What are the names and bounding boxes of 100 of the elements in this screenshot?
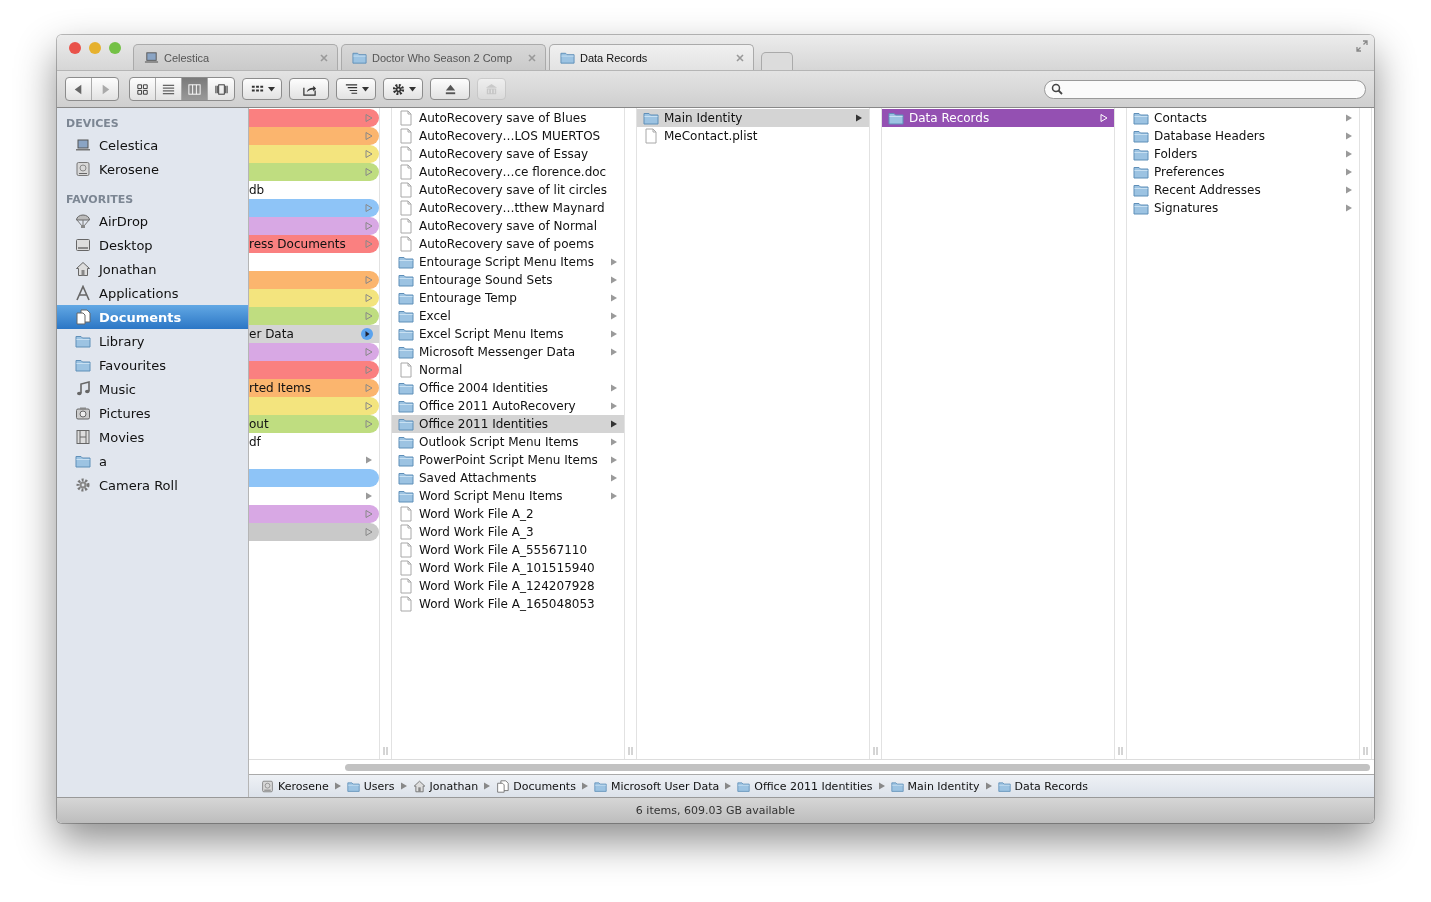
close-icon[interactable]	[735, 52, 745, 63]
file-row[interactable]: AutoRecovery save of Blues	[392, 109, 624, 127]
sidebar-item[interactable]: Music	[57, 377, 248, 401]
file-row[interactable]: Entourage Script Menu Items	[392, 253, 624, 271]
file-row[interactable]: Office 2004 Identities	[392, 379, 624, 397]
sort-menu-button[interactable]	[336, 78, 376, 100]
sidebar-item[interactable]: Applications	[57, 281, 248, 305]
close-button[interactable]	[69, 41, 81, 54]
minimize-button[interactable]	[89, 41, 101, 54]
file-row[interactable]	[249, 127, 379, 145]
view-mode-control[interactable]	[129, 77, 235, 101]
file-row[interactable]	[249, 145, 379, 163]
view-mode-button[interactable]	[182, 78, 208, 100]
file-row[interactable]: er Data	[249, 325, 379, 343]
file-row[interactable]	[249, 397, 379, 415]
file-row[interactable]: Office 2011 Identities	[392, 415, 624, 433]
file-row[interactable]: AutoRecovery save of poems	[392, 235, 624, 253]
sidebar-item[interactable]: Kerosene	[57, 157, 248, 181]
resize-grip-icon[interactable]	[628, 747, 633, 755]
file-row[interactable]: Excel	[392, 307, 624, 325]
file-row[interactable]: Saved Attachments	[392, 469, 624, 487]
file-row[interactable]: AutoRecovery save of Normal	[392, 217, 624, 235]
navigation-control[interactable]	[65, 77, 119, 101]
sidebar-item[interactable]: Pictures	[57, 401, 248, 425]
file-row[interactable]	[249, 289, 379, 307]
file-row[interactable]: df	[249, 433, 379, 451]
file-row[interactable]: Contacts	[1127, 109, 1359, 127]
file-row[interactable]	[249, 361, 379, 379]
file-row[interactable]: db	[249, 181, 379, 199]
file-row[interactable]: Excel Script Menu Items	[392, 325, 624, 343]
path-item[interactable]: Kerosene	[261, 779, 329, 793]
sidebar-item[interactable]: Favourites	[57, 353, 248, 377]
path-item[interactable]: Jonathan	[412, 779, 479, 793]
path-item[interactable]: Microsoft User Data	[593, 779, 720, 793]
file-row[interactable]	[249, 163, 379, 181]
file-row[interactable]: MeContact.plist	[637, 127, 869, 145]
file-row[interactable]: Word Work File A_101515940	[392, 559, 624, 577]
share-button[interactable]	[289, 78, 329, 100]
path-item[interactable]: Users	[346, 779, 395, 793]
sidebar-item[interactable]: a	[57, 449, 248, 473]
sidebar-item[interactable]: Movies	[57, 425, 248, 449]
file-row[interactable]: rted Items	[249, 379, 379, 397]
file-row[interactable]	[249, 505, 379, 523]
path-item[interactable]: Data Records	[997, 779, 1089, 793]
sidebar-item[interactable]: Library	[57, 329, 248, 353]
file-row[interactable]: Database Headers	[1127, 127, 1359, 145]
file-row[interactable]: ress Documents	[249, 235, 379, 253]
tab[interactable]: Doctor Who Season 2 Comp	[341, 44, 546, 70]
sidebar-item[interactable]: Celestica	[57, 133, 248, 157]
file-row[interactable]	[249, 523, 379, 541]
file-row[interactable]: Entourage Temp	[392, 289, 624, 307]
tab[interactable]: Celestica	[133, 44, 338, 70]
path-item[interactable]: Office 2011 Identities	[737, 779, 873, 793]
file-row[interactable]	[249, 271, 379, 289]
file-row[interactable]	[249, 307, 379, 325]
tab[interactable]: Data Records	[549, 44, 754, 70]
file-row[interactable]: Outlook Script Menu Items	[392, 433, 624, 451]
sidebar-item[interactable]: Desktop	[57, 233, 248, 257]
file-row[interactable]: out	[249, 415, 379, 433]
path-item[interactable]: Documents	[496, 779, 576, 793]
file-row[interactable]: Recent Addresses	[1127, 181, 1359, 199]
resize-grip-icon[interactable]	[383, 747, 388, 755]
new-tab-button[interactable]	[761, 52, 793, 70]
file-row[interactable]: Office 2011 AutoRecovery	[392, 397, 624, 415]
resize-grip-icon[interactable]	[873, 747, 878, 755]
file-row[interactable]: Signatures	[1127, 199, 1359, 217]
file-row[interactable]: Entourage Sound Sets	[392, 271, 624, 289]
file-row[interactable]: Word Script Menu Items	[392, 487, 624, 505]
search-field[interactable]	[1044, 79, 1366, 99]
close-icon[interactable]	[527, 52, 537, 63]
action-menu-button[interactable]	[383, 78, 423, 100]
file-row[interactable]	[249, 343, 379, 361]
file-row[interactable]: Normal	[392, 361, 624, 379]
file-row[interactable]: AutoRecovery save of lit circles	[392, 181, 624, 199]
sidebar-item[interactable]: Jonathan	[57, 257, 248, 281]
file-row[interactable]: Data Records	[882, 109, 1114, 127]
file-row[interactable]: AutoRecovery…ce florence.doc	[392, 163, 624, 181]
resize-grip-icon[interactable]	[1363, 747, 1368, 755]
arrange-menu-button[interactable]	[242, 78, 282, 100]
file-row[interactable]: Word Work File A_2	[392, 505, 624, 523]
file-row[interactable]: Word Work File A_124207928	[392, 577, 624, 595]
eject-button[interactable]	[430, 78, 470, 100]
resize-grip-icon[interactable]	[1118, 747, 1123, 755]
file-row[interactable]: Word Work File A_55567110	[392, 541, 624, 559]
file-row[interactable]: PowerPoint Script Menu Items	[392, 451, 624, 469]
file-row[interactable]: Main Identity	[637, 109, 869, 127]
horizontal-scrollbar[interactable]	[345, 763, 1370, 771]
file-row[interactable]	[249, 199, 379, 217]
sidebar-item[interactable]: Documents	[57, 305, 248, 329]
file-row[interactable]: Microsoft Messenger Data	[392, 343, 624, 361]
file-row[interactable]: AutoRecovery save of Essay	[392, 145, 624, 163]
file-row[interactable]: Folders	[1127, 145, 1359, 163]
path-item[interactable]: Main Identity	[890, 779, 980, 793]
file-row[interactable]: AutoRecovery…tthew Maynard	[392, 199, 624, 217]
file-row[interactable]	[249, 109, 379, 127]
file-row[interactable]: Word Work File A_3	[392, 523, 624, 541]
fullscreen-icon[interactable]	[1356, 40, 1368, 52]
sidebar-item[interactable]: Camera Roll	[57, 473, 248, 497]
file-row[interactable]: AutoRecovery…LOS MUERTOS	[392, 127, 624, 145]
zoom-button[interactable]	[109, 41, 121, 54]
